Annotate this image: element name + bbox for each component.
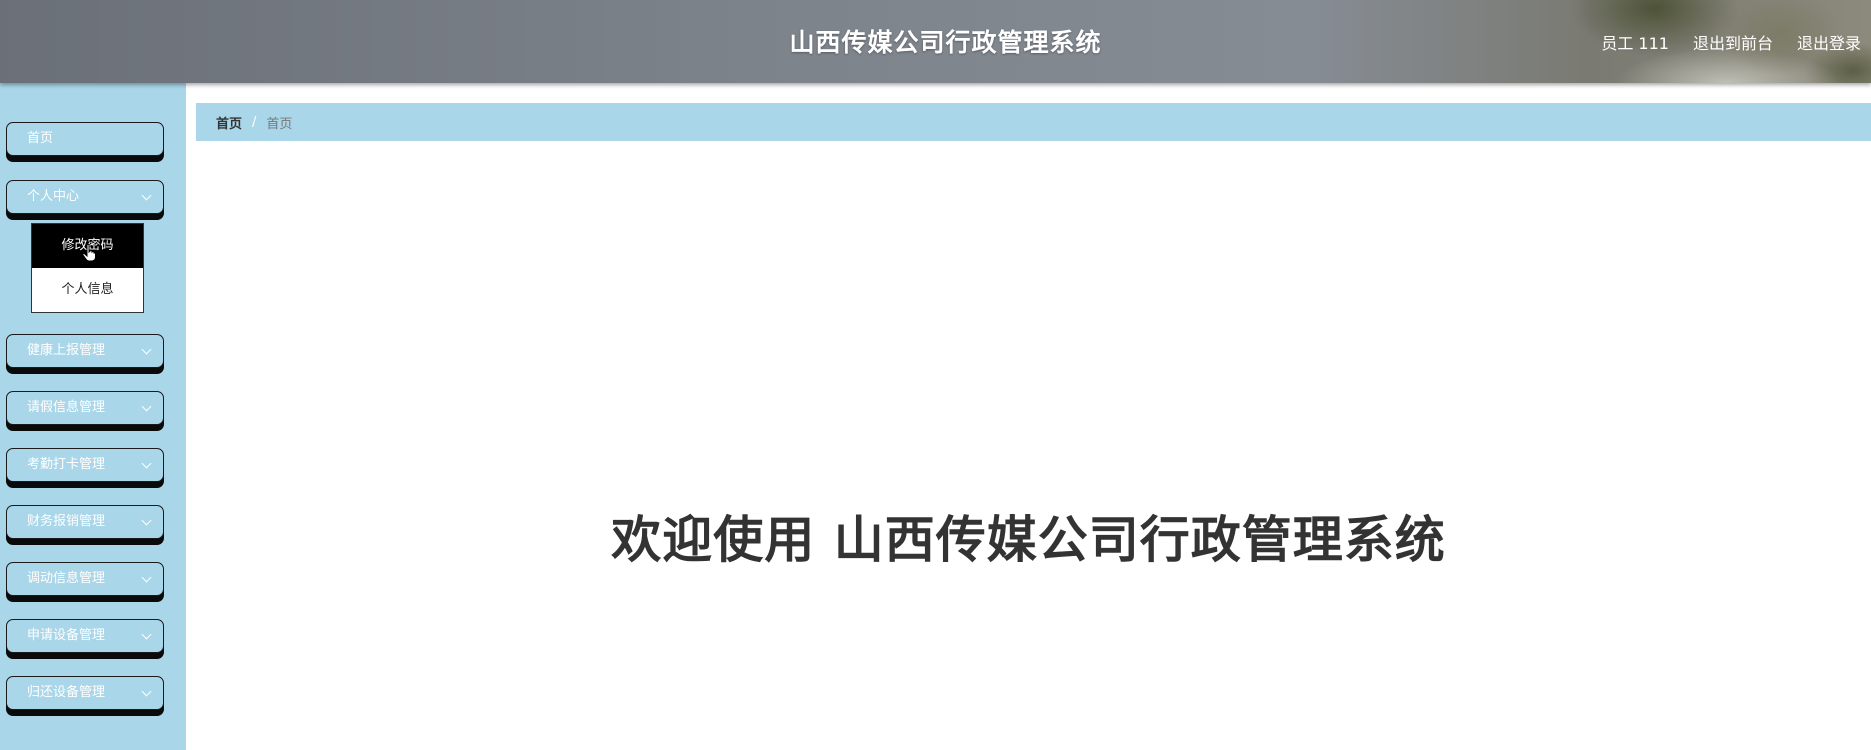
sidebar-item-equipment-return[interactable]: 归还设备管理	[6, 676, 164, 710]
chevron-down-icon	[141, 458, 152, 469]
breadcrumb: 首页 / 首页	[196, 103, 1871, 141]
breadcrumb-separator: /	[252, 114, 257, 130]
sidebar-item-finance[interactable]: 财务报销管理	[6, 505, 164, 539]
sidebar-item-personal-center[interactable]: 个人中心	[6, 180, 164, 214]
breadcrumb-current: 首页	[266, 116, 293, 132]
chevron-down-icon	[141, 401, 152, 412]
header-actions: 员工 111 退出到前台 退出登录	[1577, 0, 1861, 83]
chevron-down-icon	[141, 686, 152, 697]
chevron-down-icon	[141, 629, 152, 640]
logout-link[interactable]: 退出登录	[1797, 30, 1861, 54]
top-header: 山西传媒公司行政管理系统 员工 111 退出到前台 退出登录	[0, 0, 1871, 83]
sidebar-item-home[interactable]: 首页	[6, 122, 164, 156]
sidebar-item-transfer[interactable]: 调动信息管理	[6, 562, 164, 596]
breadcrumb-home[interactable]: 首页	[216, 113, 242, 132]
chevron-down-icon	[141, 572, 152, 583]
sidebar-item-equipment-apply[interactable]: 申请设备管理	[6, 619, 164, 653]
exit-to-front-link[interactable]: 退出到前台	[1693, 30, 1773, 54]
sidebar-item-label: 健康上报管理	[27, 343, 106, 358]
sidebar-item-label: 考勤打卡管理	[27, 457, 106, 472]
sidebar-item-label: 申请设备管理	[27, 628, 106, 643]
sidebar-item-health-report[interactable]: 健康上报管理	[6, 334, 164, 368]
sidebar-item-label: 首页	[27, 131, 54, 146]
sidebar-item-label: 调动信息管理	[27, 571, 106, 586]
current-user-label[interactable]: 员工 111	[1601, 30, 1669, 54]
sidebar-item-attendance[interactable]: 考勤打卡管理	[6, 448, 164, 482]
sidebar-item-label: 归还设备管理	[27, 685, 106, 700]
welcome-heading: 欢迎使用 山西传媒公司行政管理系统	[611, 511, 1446, 569]
sidebar-item-label: 财务报销管理	[27, 514, 106, 529]
sidebar-item-leave[interactable]: 请假信息管理	[6, 391, 164, 425]
sidebar-item-label: 个人中心	[27, 189, 80, 204]
chevron-down-icon	[141, 515, 152, 526]
submenu-item-change-password[interactable]: 修改密码	[32, 224, 143, 268]
submenu-personal-center: 修改密码 个人信息	[31, 223, 144, 313]
chevron-down-icon	[141, 190, 152, 201]
submenu-item-personal-info[interactable]: 个人信息	[32, 268, 143, 312]
chevron-down-icon	[141, 344, 152, 355]
sidebar-item-label: 请假信息管理	[27, 400, 106, 415]
